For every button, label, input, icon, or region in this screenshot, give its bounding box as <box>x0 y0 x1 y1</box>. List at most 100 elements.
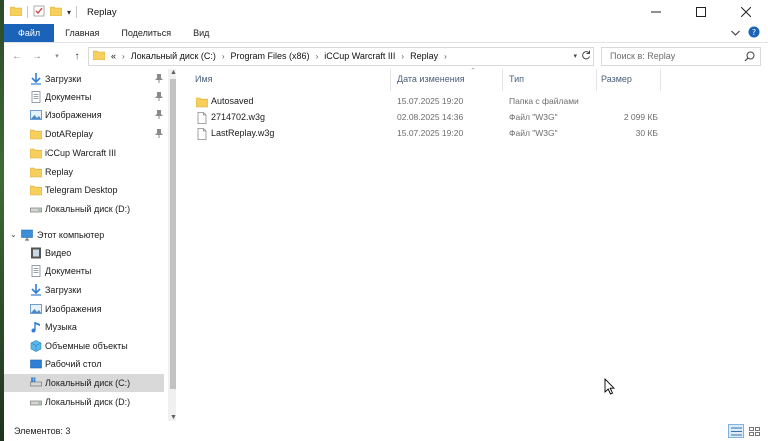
pin-icon[interactable] <box>155 129 163 140</box>
separator <box>76 6 78 18</box>
sidebar-item-documents[interactable]: Документы <box>4 88 164 106</box>
sidebar-item-label: Документы <box>45 92 92 102</box>
chevron-down-icon[interactable]: ⌄ <box>10 230 17 239</box>
sidebar-item-music[interactable]: Музыка <box>4 318 164 336</box>
breadcrumb-drive-c[interactable]: Локальный диск (C:) <box>131 51 216 61</box>
nav-buttons: ← → ▾ ↑ <box>4 51 88 62</box>
large-icons-view-icon[interactable] <box>746 424 762 438</box>
sidebar-item-pictures[interactable]: Изображения <box>4 106 164 124</box>
column-header-date[interactable]: Дата изменения <box>397 74 465 84</box>
sidebar-item-iccup-warcraft[interactable]: iCCup Warcraft III <box>4 144 164 162</box>
tab-share[interactable]: Поделиться <box>110 24 182 42</box>
pictures-icon <box>30 109 42 121</box>
view-switcher <box>728 424 762 438</box>
mouse-cursor-icon <box>604 377 616 397</box>
minimize-button[interactable] <box>633 0 678 24</box>
details-view-icon[interactable] <box>728 424 744 438</box>
chevron-right-icon[interactable]: › <box>401 52 404 61</box>
back-arrow-icon[interactable]: ← <box>8 51 26 62</box>
column-divider[interactable] <box>596 69 597 91</box>
tab-home[interactable]: Главная <box>54 24 110 42</box>
sidebar-item-desktop[interactable]: Рабочий стол <box>4 355 164 373</box>
up-arrow-icon[interactable]: ↑ <box>68 51 86 62</box>
search-input[interactable]: Поиск в: Replay <box>610 51 675 61</box>
chevron-right-icon[interactable]: › <box>316 52 319 61</box>
sidebar-item-drive-c[interactable]: Локальный диск (C:) <box>4 374 164 392</box>
sidebar-item-dotareplay[interactable]: DotAReplay <box>4 125 164 143</box>
folder-icon <box>195 96 209 108</box>
properties-icon[interactable] <box>33 5 45 19</box>
pin-icon[interactable] <box>155 110 163 121</box>
title-bar: ▾ Replay <box>4 0 768 24</box>
close-button[interactable] <box>723 0 768 24</box>
scroll-up-icon[interactable]: ▲ <box>170 69 176 76</box>
sidebar-item-downloads-pc[interactable]: Загрузки <box>4 281 164 299</box>
column-header-name[interactable]: Имя <box>195 74 213 84</box>
sidebar-scrollbar[interactable]: ▲ ▼ <box>168 69 176 421</box>
column-divider[interactable] <box>390 69 391 91</box>
breadcrumb-replay[interactable]: Replay <box>410 51 438 61</box>
file-type: Файл "W3G" <box>509 128 558 138</box>
breadcrumb-iccup[interactable]: iCCup Warcraft III <box>324 51 395 61</box>
chevron-right-icon[interactable]: › <box>222 52 225 61</box>
forward-arrow-icon[interactable]: → <box>28 51 46 62</box>
sidebar-item-documents-pc[interactable]: Документы <box>4 262 164 280</box>
search-box[interactable]: Поиск в: Replay <box>601 46 761 66</box>
file-type: Файл "W3G" <box>509 112 558 122</box>
column-header-type[interactable]: Тип <box>509 74 524 84</box>
pin-icon[interactable] <box>155 92 163 103</box>
refresh-icon[interactable] <box>581 50 591 62</box>
folder-icon <box>29 166 43 178</box>
sidebar-item-pictures-pc[interactable]: Изображения <box>4 300 164 318</box>
sidebar-item-drive-d[interactable]: Локальный диск (D:) <box>4 200 164 218</box>
column-header-size[interactable]: Размер <box>601 74 632 84</box>
window-title: Replay <box>87 6 117 18</box>
address-bar[interactable]: « › Локальный диск (C:) › Program Files … <box>88 46 594 66</box>
sidebar-item-label: Локальный диск (C:) <box>45 378 131 388</box>
file-size: 2 099 КБ <box>623 112 658 122</box>
desktop-icon <box>30 358 42 370</box>
column-divider[interactable] <box>502 69 503 91</box>
downloads-icon <box>30 73 42 85</box>
tab-file[interactable]: Файл <box>4 24 55 42</box>
expand-ribbon-icon[interactable] <box>731 28 740 38</box>
sidebar-item-3d-objects[interactable]: Объемные объекты <box>4 337 164 355</box>
music-icon <box>30 321 42 333</box>
sidebar-item-telegram-desktop[interactable]: Telegram Desktop <box>4 181 164 199</box>
chevron-right-icon[interactable]: › <box>122 52 125 61</box>
sidebar-item-replay[interactable]: Replay <box>4 163 164 181</box>
chevron-right-icon[interactable]: › <box>444 52 447 61</box>
file-date: 02.08.2025 14:36 <box>397 112 464 122</box>
pin-icon[interactable] <box>155 74 163 85</box>
file-row[interactable]: Autosaved 15.07.2025 19:20 Папка с файла… <box>194 94 764 110</box>
help-icon[interactable]: ? <box>748 26 760 40</box>
sidebar-item-label: Изображения <box>45 110 102 120</box>
sidebar-item-video[interactable]: Видео <box>4 244 164 262</box>
sidebar-item-drive-d-pc[interactable]: Локальный диск (D:) <box>4 393 164 411</box>
file-icon <box>196 128 208 140</box>
file-row[interactable]: 2714702.w3g 02.08.2025 14:36 Файл "W3G" … <box>194 110 764 126</box>
maximize-button[interactable] <box>678 0 723 24</box>
sidebar-item-this-pc[interactable]: ⌄ Этот компьютер <box>4 226 164 244</box>
video-icon <box>30 247 42 259</box>
sidebar-item-label: Replay <box>45 167 74 177</box>
new-folder-icon[interactable] <box>49 6 63 18</box>
items-count: Элементов: 3 <box>14 426 71 436</box>
customize-toolbar-icon[interactable]: ▾ <box>67 8 71 17</box>
downloads-icon <box>30 284 42 296</box>
scrollbar-thumb[interactable] <box>170 79 176 389</box>
address-history-icon[interactable]: ▾ <box>573 52 577 60</box>
drive-icon <box>30 203 42 215</box>
column-divider[interactable] <box>660 69 661 91</box>
computer-icon <box>21 229 33 241</box>
address-actions: ▾ <box>573 50 591 62</box>
tab-view[interactable]: Вид <box>182 24 220 42</box>
breadcrumb-program-files[interactable]: Program Files (x86) <box>231 51 310 61</box>
drive-icon <box>30 396 42 408</box>
file-row[interactable]: LastReplay.w3g 15.07.2025 19:20 Файл "W3… <box>194 126 764 142</box>
file-date: 15.07.2025 19:20 <box>397 128 464 138</box>
scroll-down-icon[interactable]: ▼ <box>170 414 176 421</box>
sidebar-item-label: Локальный диск (D:) <box>45 204 131 214</box>
recent-locations-icon[interactable]: ▾ <box>48 52 66 60</box>
sidebar-item-downloads[interactable]: Загрузки <box>4 70 164 88</box>
